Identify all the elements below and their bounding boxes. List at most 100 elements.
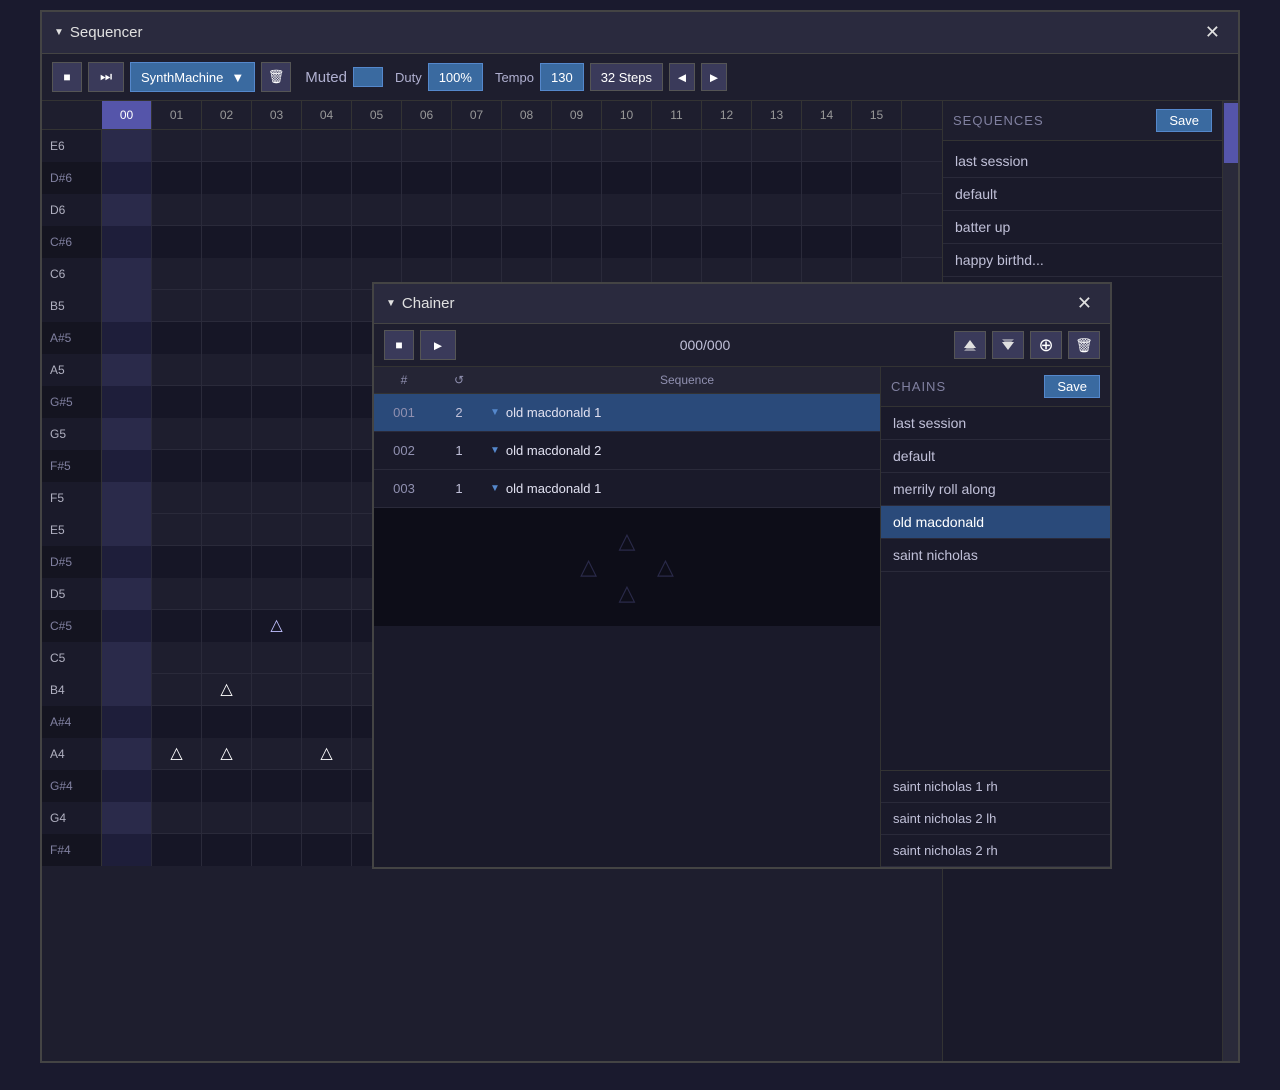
cell-D6-04[interactable] bbox=[302, 194, 352, 226]
cell-Ds6-01[interactable] bbox=[152, 162, 202, 194]
col-header-05[interactable]: 05 bbox=[352, 101, 402, 129]
col-header-08[interactable]: 08 bbox=[502, 101, 552, 129]
play-button[interactable]: ⏭ bbox=[88, 62, 124, 92]
cell-E6-09[interactable] bbox=[552, 130, 602, 162]
cell-E6-01[interactable] bbox=[152, 130, 202, 162]
cell-Ds6-02[interactable] bbox=[202, 162, 252, 194]
sequence-item-batter-up[interactable]: batter up bbox=[943, 211, 1222, 244]
cell-E6-02[interactable] bbox=[202, 130, 252, 162]
cell-D6-09[interactable] bbox=[552, 194, 602, 226]
cell-Ds6-04[interactable] bbox=[302, 162, 352, 194]
col-header-11[interactable]: 11 bbox=[652, 101, 702, 129]
cell-E6-03[interactable] bbox=[252, 130, 302, 162]
next-button[interactable]: ► bbox=[701, 63, 727, 91]
cell-E6-11[interactable] bbox=[652, 130, 702, 162]
chainer-row-002[interactable]: 002 1 ▼ old macdonald 2 bbox=[374, 432, 880, 470]
cell-D6-08[interactable] bbox=[502, 194, 552, 226]
seq-dropdown-icon-001[interactable]: ▼ bbox=[490, 407, 500, 418]
chainer-play-button[interactable]: ► bbox=[420, 330, 456, 360]
cell-D6-03[interactable] bbox=[252, 194, 302, 226]
col-header-13[interactable]: 13 bbox=[752, 101, 802, 129]
steps-value[interactable]: 32 Steps bbox=[590, 63, 663, 91]
cell-D6-14[interactable] bbox=[802, 194, 852, 226]
chain-item-saint-nicholas[interactable]: saint nicholas bbox=[881, 539, 1110, 572]
cell-D6-05[interactable] bbox=[352, 194, 402, 226]
col-header-01[interactable]: 01 bbox=[152, 101, 202, 129]
chainer-up-button[interactable] bbox=[954, 331, 986, 359]
cell-Ds6-10[interactable] bbox=[602, 162, 652, 194]
col-header-15[interactable]: 15 bbox=[852, 101, 902, 129]
cell-B4-02[interactable]: △ bbox=[202, 674, 252, 706]
cell-Ds6-08[interactable] bbox=[502, 162, 552, 194]
cell-A4-04[interactable]: △ bbox=[302, 738, 352, 770]
chainer-collapse-icon[interactable]: ▼ bbox=[386, 298, 396, 309]
cell-E6-15[interactable] bbox=[852, 130, 902, 162]
cell-Ds6-07[interactable] bbox=[452, 162, 502, 194]
chainer-close-button[interactable]: ✕ bbox=[1071, 291, 1098, 316]
chainer-down-button[interactable] bbox=[992, 331, 1024, 359]
vertical-scrollbar[interactable] bbox=[1222, 101, 1238, 1061]
cell-D6-13[interactable] bbox=[752, 194, 802, 226]
cell-D6-01[interactable] bbox=[152, 194, 202, 226]
cell-E6-14[interactable] bbox=[802, 130, 852, 162]
sequence-item-happy-birthday[interactable]: happy birthd... bbox=[943, 244, 1222, 277]
col-header-02[interactable]: 02 bbox=[202, 101, 252, 129]
chainer-trash-button[interactable]: 🗑 bbox=[1068, 331, 1100, 359]
sequences-save-button[interactable]: Save bbox=[1156, 109, 1212, 132]
cell-E6-08[interactable] bbox=[502, 130, 552, 162]
chainer-stop-button[interactable]: ■ bbox=[384, 330, 414, 360]
cell-E6-06[interactable] bbox=[402, 130, 452, 162]
sequencer-close-button[interactable]: ✕ bbox=[1199, 20, 1226, 45]
cell-Ds6-00[interactable] bbox=[102, 162, 152, 194]
cell-Ds6-12[interactable] bbox=[702, 162, 752, 194]
seq-dropdown-icon-003[interactable]: ▼ bbox=[490, 483, 500, 494]
sequence-item-default[interactable]: default bbox=[943, 178, 1222, 211]
seq-bottom-saint-nicholas-2rh[interactable]: saint nicholas 2 rh bbox=[881, 835, 1110, 867]
cell-Ds6-11[interactable] bbox=[652, 162, 702, 194]
cell-Ds6-14[interactable] bbox=[802, 162, 852, 194]
synth-selector[interactable]: SynthMachine ▼ bbox=[130, 62, 255, 92]
cell-A4-02[interactable]: △ bbox=[202, 738, 252, 770]
scrollbar-thumb[interactable] bbox=[1224, 103, 1238, 163]
cell-D6-11[interactable] bbox=[652, 194, 702, 226]
stop-button[interactable]: ■ bbox=[52, 62, 82, 92]
duty-value[interactable]: 100% bbox=[428, 63, 483, 91]
cell-D6-07[interactable] bbox=[452, 194, 502, 226]
cell-E6-12[interactable] bbox=[702, 130, 752, 162]
cell-E6-05[interactable] bbox=[352, 130, 402, 162]
chainer-row-003[interactable]: 003 1 ▼ old macdonald 1 bbox=[374, 470, 880, 508]
seq-bottom-saint-nicholas-1rh[interactable]: saint nicholas 1 rh bbox=[881, 771, 1110, 803]
col-header-14[interactable]: 14 bbox=[802, 101, 852, 129]
chainer-row-001[interactable]: 001 2 ▼ old macdonald 1 bbox=[374, 394, 880, 432]
cell-D6-06[interactable] bbox=[402, 194, 452, 226]
trash-button[interactable]: 🗑 bbox=[261, 62, 291, 92]
sequence-item-last-session[interactable]: last session bbox=[943, 145, 1222, 178]
cell-D6-15[interactable] bbox=[852, 194, 902, 226]
sequencer-collapse-icon[interactable]: ▼ bbox=[54, 27, 64, 38]
cell-D6-00[interactable] bbox=[102, 194, 152, 226]
cell-D6-12[interactable] bbox=[702, 194, 752, 226]
prev-button[interactable]: ◄ bbox=[669, 63, 695, 91]
col-header-12[interactable]: 12 bbox=[702, 101, 752, 129]
cell-Ds6-15[interactable] bbox=[852, 162, 902, 194]
muted-toggle[interactable] bbox=[353, 67, 383, 87]
chain-item-last-session[interactable]: last session bbox=[881, 407, 1110, 440]
chainer-add-button[interactable]: ⊕ bbox=[1030, 331, 1062, 359]
cell-Ds6-03[interactable] bbox=[252, 162, 302, 194]
cell-E6-13[interactable] bbox=[752, 130, 802, 162]
cell-A4-01[interactable]: △ bbox=[152, 738, 202, 770]
cell-Ds6-09[interactable] bbox=[552, 162, 602, 194]
seq-dropdown-icon-002[interactable]: ▼ bbox=[490, 445, 500, 456]
cell-E6-07[interactable] bbox=[452, 130, 502, 162]
cell-D6-02[interactable] bbox=[202, 194, 252, 226]
seq-bottom-saint-nicholas-2lh[interactable]: saint nicholas 2 lh bbox=[881, 803, 1110, 835]
cell-E6-10[interactable] bbox=[602, 130, 652, 162]
col-header-10[interactable]: 10 bbox=[602, 101, 652, 129]
tempo-value[interactable]: 130 bbox=[540, 63, 584, 91]
cell-E6-00[interactable] bbox=[102, 130, 152, 162]
chain-item-old-macdonald[interactable]: old macdonald bbox=[881, 506, 1110, 539]
col-header-07[interactable]: 07 bbox=[452, 101, 502, 129]
cell-Ds6-05[interactable] bbox=[352, 162, 402, 194]
col-header-00[interactable]: 00 bbox=[102, 101, 152, 129]
cell-D6-10[interactable] bbox=[602, 194, 652, 226]
